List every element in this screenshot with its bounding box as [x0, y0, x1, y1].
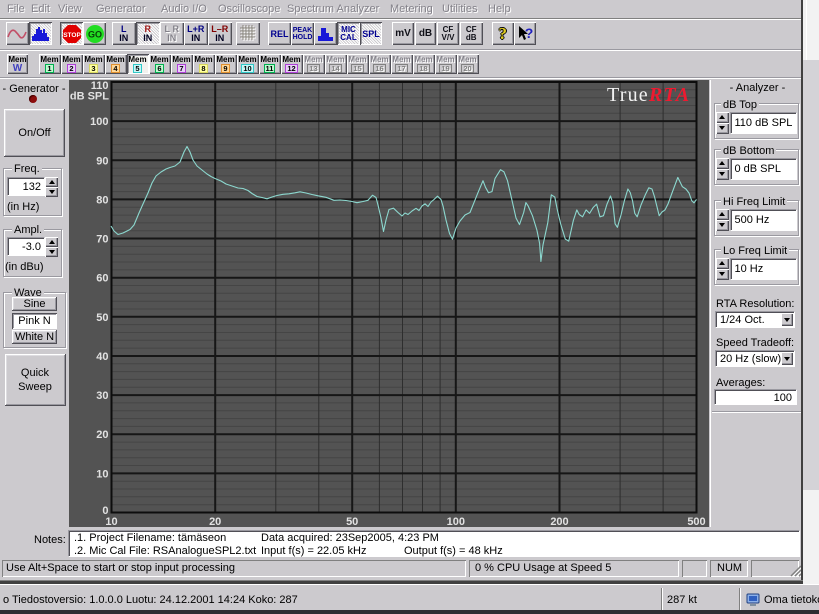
- svg-text:STOP: STOP: [63, 32, 81, 39]
- svg-text:20: 20: [96, 429, 108, 441]
- svg-text:50: 50: [346, 516, 358, 527]
- svg-text:10: 10: [96, 468, 108, 480]
- svg-text:500: 500: [687, 516, 705, 527]
- svg-text:TrueRTA: TrueRTA: [607, 84, 690, 106]
- svg-text:40: 40: [96, 351, 108, 363]
- svg-text:30: 30: [96, 390, 108, 402]
- svg-text:90: 90: [96, 155, 108, 167]
- svg-text:80: 80: [96, 194, 108, 206]
- svg-text:dB SPL: dB SPL: [70, 91, 109, 103]
- svg-text:50: 50: [96, 312, 108, 324]
- svg-text:60: 60: [96, 273, 108, 285]
- svg-text:GO: GO: [87, 29, 101, 39]
- svg-text:100: 100: [90, 116, 108, 128]
- svg-text:?: ?: [524, 25, 533, 41]
- svg-text:100: 100: [447, 516, 465, 527]
- svg-text:200: 200: [550, 516, 568, 527]
- svg-text:20: 20: [209, 516, 221, 527]
- svg-text:70: 70: [96, 234, 108, 246]
- svg-text:10: 10: [105, 516, 117, 527]
